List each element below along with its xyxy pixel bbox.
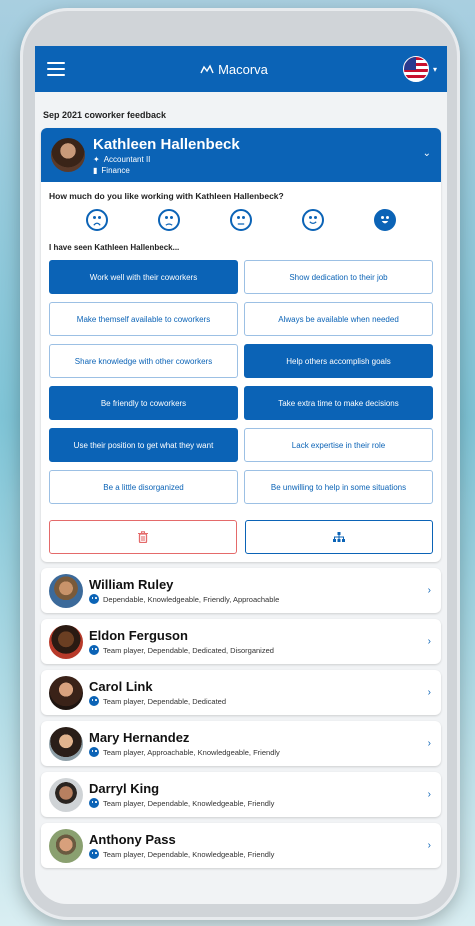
coworker-tags: Team player, Dependable, Knowledgeable, …: [103, 798, 275, 808]
coworker-row[interactable]: Anthony Pass Team player, Dependable, Kn…: [41, 823, 441, 868]
coworker-tags: Team player, Dependable, Dedicated, Diso…: [103, 645, 274, 655]
happy-face-icon: [89, 849, 99, 859]
happy-face-icon: [89, 747, 99, 757]
trait-chip[interactable]: Be a little disorganized: [49, 470, 238, 504]
avatar: [51, 138, 85, 172]
trait-chip[interactable]: Show dedication to their job: [244, 260, 433, 294]
happy-face-icon: [89, 594, 99, 604]
person-department: Finance: [101, 165, 130, 175]
department-icon: ▮: [93, 165, 98, 175]
trait-chip[interactable]: Work well with their coworkers: [49, 260, 238, 294]
very-happy-face-icon[interactable]: [374, 209, 396, 231]
chevron-right-icon: ›: [427, 840, 431, 851]
trait-chip[interactable]: Always be available when needed: [244, 302, 433, 336]
chevron-right-icon: ›: [427, 687, 431, 698]
coworker-row[interactable]: Mary Hernandez Team player, Approachable…: [41, 721, 441, 766]
avatar: [49, 573, 83, 608]
avatar: [49, 777, 83, 812]
trait-chip[interactable]: Be unwilling to help in some situations: [244, 470, 433, 504]
person-role: Accountant II: [103, 154, 151, 164]
coworker-row[interactable]: William Ruley Dependable, Knowledgeable,…: [41, 568, 441, 613]
coworker-name: Mary Hernandez: [89, 730, 190, 745]
trait-chips: Work well with their coworkers Show dedi…: [41, 260, 441, 504]
chevron-right-icon: ›: [427, 789, 431, 800]
coworker-row[interactable]: Darryl King Team player, Dependable, Kno…: [41, 772, 441, 817]
coworker-name: Eldon Ferguson: [89, 628, 188, 643]
chevron-right-icon: ›: [427, 585, 431, 596]
trait-chip[interactable]: Take extra time to make decisions: [244, 386, 433, 420]
menu-icon[interactable]: [47, 62, 65, 76]
logo-icon: [200, 64, 214, 74]
coworker-tags: Team player, Dependable, Knowledgeable, …: [103, 849, 275, 859]
very-unhappy-face-icon[interactable]: [86, 209, 108, 231]
coworker-tags: Team player, Approachable, Knowledgeable…: [103, 747, 280, 757]
avatar: [49, 675, 83, 710]
happy-face-icon: [89, 645, 99, 655]
brand: Macorva: [200, 62, 268, 77]
seen-label: I have seen Kathleen Hallenbeck...: [49, 243, 180, 252]
delete-button[interactable]: [49, 520, 237, 554]
trait-chip[interactable]: Share knowledge with other coworkers: [49, 344, 238, 378]
section-title: Sep 2021 coworker feedback: [43, 110, 167, 120]
trait-chip[interactable]: Use their position to get what they want: [49, 428, 238, 462]
app-title: Macorva: [218, 61, 268, 77]
rating-faces: [41, 207, 441, 241]
org-chart-icon: [333, 532, 345, 542]
unhappy-face-icon[interactable]: [158, 209, 180, 231]
avatar: [49, 828, 83, 863]
top-bar: Macorva ▾: [35, 46, 447, 92]
role-icon: ✦: [93, 154, 100, 164]
language-selector[interactable]: ▾: [402, 56, 437, 82]
app-screen: Macorva ▾ Sep 2021 coworker feedback Kat…: [35, 46, 447, 904]
person-name: Kathleen Hallenbeck: [93, 135, 240, 153]
selected-person-card: Kathleen Hallenbeck ✦ Accountant II ▮ Fi…: [41, 128, 441, 562]
coworker-name: William Ruley: [89, 577, 174, 592]
happy-face-icon[interactable]: [302, 209, 324, 231]
coworker-row[interactable]: Eldon Ferguson Team player, Dependable, …: [41, 619, 441, 664]
neutral-face-icon[interactable]: [230, 209, 252, 231]
coworker-name: Anthony Pass: [89, 832, 176, 847]
trait-chip[interactable]: Lack expertise in their role: [244, 428, 433, 462]
avatar: [49, 726, 83, 761]
coworker-row[interactable]: Carol Link Team player, Dependable, Dedi…: [41, 670, 441, 715]
coworker-name: Darryl King: [89, 781, 160, 796]
coworker-name: Carol Link: [89, 679, 153, 694]
happy-face-icon: [89, 696, 99, 706]
card-header[interactable]: Kathleen Hallenbeck ✦ Accountant II ▮ Fi…: [41, 128, 441, 182]
trait-chip[interactable]: Be friendly to coworkers: [49, 386, 238, 420]
rating-question: How much do you like working with Kathle…: [49, 191, 284, 201]
coworker-tags: Team player, Dependable, Dedicated: [103, 696, 226, 706]
trait-chip[interactable]: Help others accomplish goals: [244, 344, 433, 378]
caret-down-icon: ▾: [432, 64, 437, 74]
org-chart-button[interactable]: [245, 520, 433, 554]
trait-chip[interactable]: Make themself available to coworkers: [49, 302, 238, 336]
coworker-tags: Dependable, Knowledgeable, Friendly, App…: [103, 594, 280, 604]
chevron-down-icon[interactable]: ⌄: [423, 148, 431, 159]
chevron-right-icon: ›: [427, 636, 431, 647]
us-flag-icon: [402, 56, 429, 82]
card-actions: [41, 504, 441, 562]
trash-icon: [138, 531, 148, 543]
happy-face-icon: [89, 798, 99, 808]
chevron-right-icon: ›: [427, 738, 431, 749]
avatar: [49, 624, 83, 659]
